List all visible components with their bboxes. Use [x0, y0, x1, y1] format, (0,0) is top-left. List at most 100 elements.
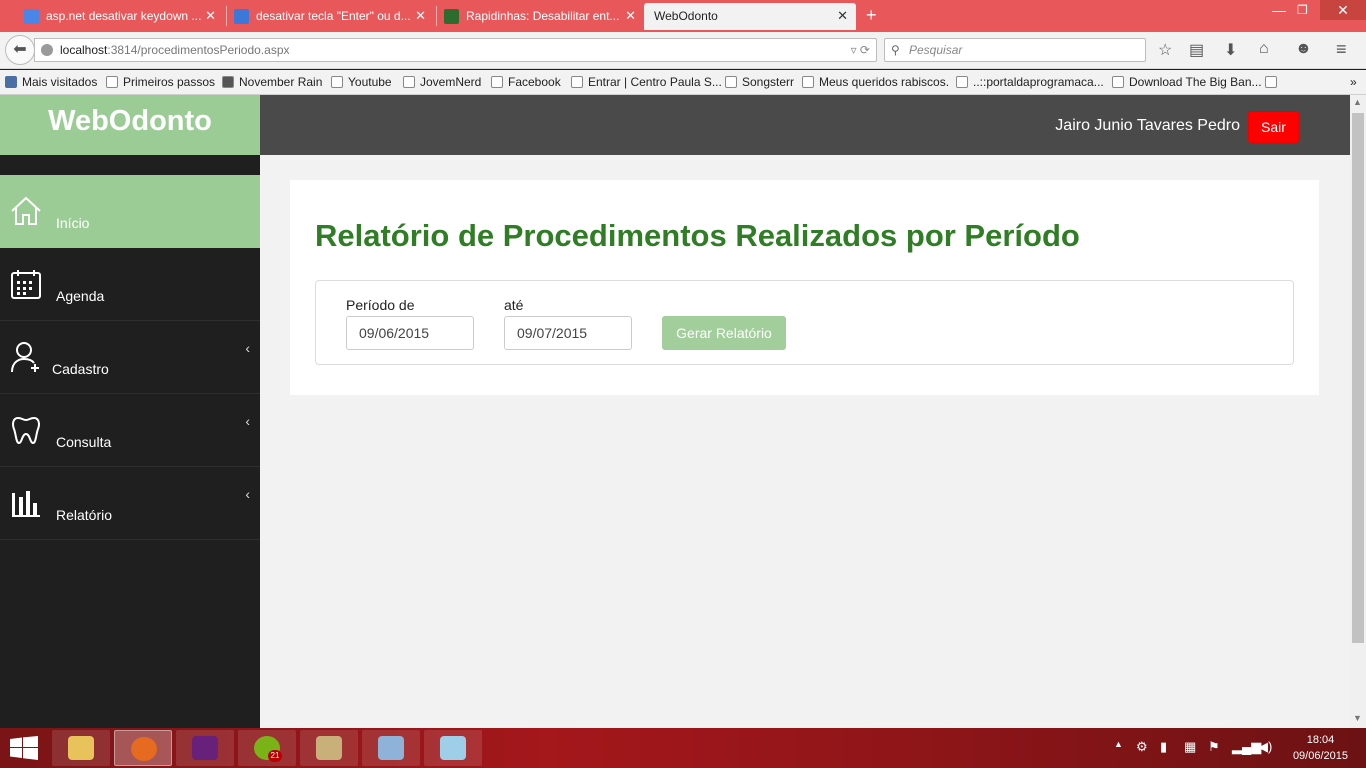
download-icon[interactable]: ⬇ [1224, 40, 1237, 60]
sidebar-item-label: Relatório [56, 507, 113, 523]
pen-icon [234, 9, 249, 24]
bookmark-item[interactable]: Youtube [331, 75, 392, 89]
chevron-left-icon: ‹ [245, 340, 250, 356]
tray-app-icon[interactable]: ⚙ [1136, 739, 1148, 755]
taskbar-notepad[interactable] [424, 730, 482, 766]
bookmark-label: Facebook [508, 75, 561, 89]
bookmark-item[interactable]: Meus queridos rabiscos. [802, 75, 949, 89]
bookmark-item[interactable]: Mais visitados [5, 75, 97, 89]
tab-title: Rapidinhas: Desabilitar ent... [466, 9, 620, 23]
bookmark-label: Download The Big Ban... [1129, 75, 1262, 89]
browser-nav-bar: localhost:3814/procedimentosPeriodo.aspx… [0, 32, 1366, 69]
chevron-left-icon: ‹ [245, 413, 250, 429]
sidebar-item-inicio[interactable]: Início [0, 175, 260, 248]
generate-report-button[interactable]: Gerar Relatório [662, 316, 786, 350]
globe-icon [41, 44, 53, 56]
browser-tab[interactable]: desativar tecla "Enter" ou d... ✕ [210, 3, 434, 30]
browser-tab[interactable]: asp.net desativar keydown ... ✕ [0, 3, 224, 30]
bookmark-icon [106, 76, 118, 88]
bookmark-item[interactable]: November Rain [222, 75, 322, 89]
visual-studio-icon [192, 736, 218, 760]
bookmark-label: Meus queridos rabiscos. [819, 75, 950, 89]
bookmark-icon [802, 76, 814, 88]
menu-icon[interactable]: ≡ [1336, 39, 1347, 60]
scroll-up-icon[interactable]: ▲ [1353, 97, 1362, 107]
scroll-down-icon[interactable]: ▼ [1353, 713, 1362, 723]
to-date-input[interactable]: 09/07/2015 [504, 316, 632, 350]
restore-icon[interactable]: ❐ [1297, 3, 1308, 17]
tab-title: asp.net desativar keydown ... [46, 9, 202, 23]
action-center-icon[interactable]: ▦ [1184, 739, 1196, 755]
system-clock[interactable]: 18:04 09/06/2015 [1293, 732, 1348, 764]
bookmark-folder-icon [5, 76, 17, 88]
report-card: Relatório de Procedimentos Realizados po… [290, 180, 1319, 395]
bookmark-icon [1112, 76, 1124, 88]
brand-logo: WebOdonto [0, 95, 260, 155]
add-user-icon [11, 342, 39, 373]
taskbar-visual-studio[interactable] [176, 730, 234, 766]
folder-icon [68, 736, 94, 760]
url-bar[interactable]: localhost:3814/procedimentosPeriodo.aspx… [34, 38, 877, 62]
from-date-label: Período de [346, 297, 415, 313]
window-close-button[interactable]: ✕ [1320, 0, 1366, 20]
bookmark-icon [491, 76, 503, 88]
logout-button[interactable]: Sair [1248, 111, 1299, 143]
home-icon[interactable]: ⌂ [1259, 40, 1269, 58]
bookmark-item[interactable]: Facebook [491, 75, 561, 89]
flag-icon[interactable]: ⚑ [1208, 739, 1220, 755]
clock-date: 09/06/2015 [1292, 750, 1348, 762]
usb-icon[interactable]: ▮ [1160, 739, 1167, 755]
sidebar-item-label: Início [56, 215, 90, 231]
new-tab-button[interactable]: + [866, 5, 877, 26]
star-icon[interactable]: ☆ [1158, 40, 1172, 60]
taskbar-spotify[interactable]: 21 [238, 730, 296, 766]
bookmark-label: Entrar | Centro Paula S... [588, 75, 722, 89]
taskbar-tools[interactable] [300, 730, 358, 766]
bookmark-item[interactable]: ..::portaldaprogramaca... [956, 75, 1104, 89]
bookmark-item[interactable]: Download The Big Ban... [1112, 75, 1262, 89]
bookmark-item[interactable]: JovemNerd [403, 75, 481, 89]
reading-list-icon[interactable]: ▤ [1189, 40, 1204, 60]
page-scrollbar[interactable]: ▲ ▼ [1350, 95, 1366, 728]
scrollbar-thumb[interactable] [1352, 113, 1364, 643]
user-name: Jairo Junio Tavares Pedro [1055, 117, 1240, 134]
network-icon[interactable]: ▂▄▆ [1232, 739, 1261, 755]
bookmark-icon [222, 76, 234, 88]
minimize-icon[interactable]: — [1272, 2, 1286, 18]
notepad-icon [440, 736, 466, 760]
search-input[interactable]: ⚲ Pesquisar [884, 38, 1146, 62]
bookmarks-overflow-icon[interactable]: » [1350, 75, 1357, 89]
volume-icon[interactable]: ◀) [1258, 739, 1272, 755]
bookmark-item[interactable]: Entrar | Centro Paula S... [571, 75, 722, 89]
tooth-icon [12, 416, 40, 445]
tray-expand-icon[interactable]: ▲ [1114, 739, 1123, 749]
taskbar-paint[interactable] [362, 730, 420, 766]
bookmark-item[interactable]: Songsterr [725, 75, 794, 89]
bookmark-label: Primeiros passos [123, 75, 216, 89]
taskbar-explorer[interactable] [52, 730, 110, 766]
back-button[interactable]: ⬅ [5, 35, 35, 65]
sidebar: Início Agenda Cadastro ‹ Consulta ‹ Rela… [0, 155, 260, 728]
browser-tab-active[interactable]: WebOdonto ✕ [644, 3, 856, 30]
sidebar-item-cadastro[interactable]: Cadastro ‹ [0, 321, 260, 394]
search-placeholder: Pesquisar [909, 43, 963, 57]
bookmark-icon [725, 76, 737, 88]
from-date-input[interactable]: 09/06/2015 [346, 316, 474, 350]
tab-title: WebOdonto [654, 9, 718, 23]
browser-tab[interactable]: Rapidinhas: Desabilitar ent... ✕ [420, 3, 644, 30]
taskbar-firefox[interactable] [114, 730, 172, 766]
sidebar-item-agenda[interactable]: Agenda [0, 248, 260, 321]
reload-icon[interactable]: ▿ ⟳ [851, 39, 870, 61]
windows-start-icon[interactable] [10, 736, 38, 760]
bookmark-item[interactable]: Primeiros passos [106, 75, 215, 89]
close-tab-icon[interactable]: ✕ [625, 3, 636, 29]
sidebar-item-label: Agenda [56, 288, 105, 304]
sidebar-item-relatorio[interactable]: Relatório ‹ [0, 467, 260, 540]
sidebar-item-label: Cadastro [52, 361, 109, 377]
close-tab-icon[interactable]: ✕ [837, 3, 848, 29]
sidebar-item-consulta[interactable]: Consulta ‹ [0, 394, 260, 467]
chat-icon[interactable]: ☻ [1295, 40, 1312, 58]
top-navbar: Jairo Junio Tavares Pedro Sair [260, 95, 1350, 155]
bookmark-icon [1265, 76, 1277, 88]
url-host: localhost [60, 43, 108, 57]
